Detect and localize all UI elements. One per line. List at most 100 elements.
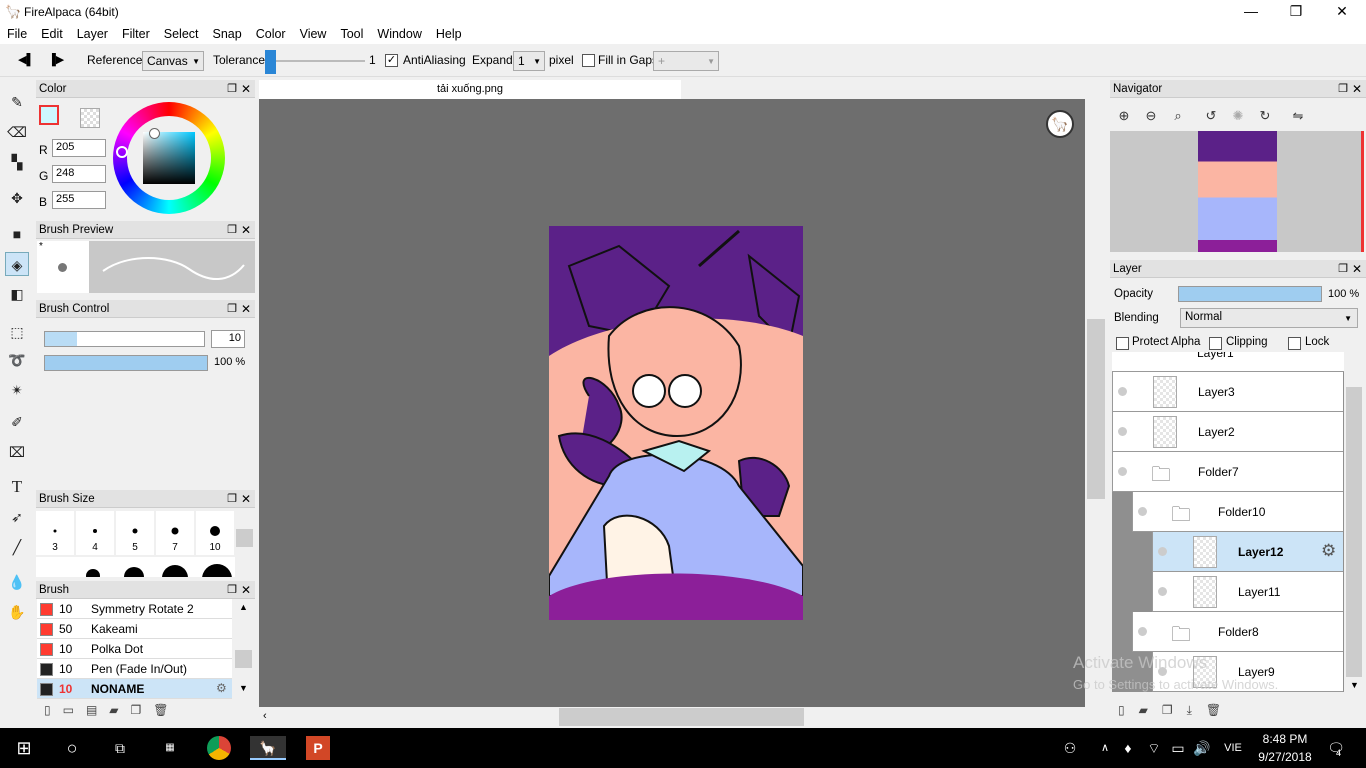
restore-icon[interactable]: ❐ (227, 221, 237, 239)
trash-icon[interactable]: 🗑 (153, 703, 180, 717)
fill-in-gaps-checkbox[interactable] (582, 54, 595, 67)
brush-size-3[interactable]: 3 (36, 511, 74, 555)
duplicate-layer-icon[interactable]: ❐ (1162, 703, 1187, 717)
visibility-eye-icon[interactable] (1118, 427, 1127, 436)
restore-icon[interactable]: ❐ (227, 581, 237, 599)
operation-tool-icon[interactable]: ➶ (5, 505, 29, 529)
close-button[interactable]: ✕ (1319, 0, 1365, 24)
restore-icon[interactable]: ❐ (1338, 80, 1348, 98)
chevron-down-icon[interactable]: ▼ (239, 683, 248, 693)
antialiasing-checkbox[interactable]: ✓ (385, 54, 398, 67)
firealpaca-icon[interactable]: 🦙 (250, 736, 286, 760)
lasso-tool-icon[interactable]: ➰ (5, 348, 29, 372)
select-eraser-tool-icon[interactable]: ⌧ (5, 440, 29, 464)
next-frame-icon[interactable]: ▐▶ (48, 53, 64, 66)
script-brush-icon[interactable]: ▤ (86, 703, 109, 717)
menu-filter[interactable]: Filter (115, 24, 157, 44)
eraser-tool-icon[interactable]: ⌫ (5, 120, 29, 144)
close-icon[interactable]: ✕ (241, 300, 251, 318)
merge-down-icon[interactable]: ⤓ (1187, 703, 1206, 717)
new-brush-icon[interactable]: ▯ (44, 703, 63, 717)
layer-scroll-thumb[interactable] (1346, 387, 1362, 677)
brush-size-scrollbar[interactable] (236, 529, 253, 547)
gradient-tool-icon[interactable]: ◧ (5, 282, 29, 306)
menu-tool[interactable]: Tool (333, 24, 370, 44)
restore-icon[interactable]: ❐ (227, 300, 237, 318)
brush-item-selected[interactable]: 10 NONAME ⚙ (37, 679, 232, 699)
brush-size-5[interactable]: 5 (116, 511, 154, 555)
canvas-area[interactable]: 🦙 (259, 99, 1085, 707)
visibility-eye-icon[interactable] (1158, 587, 1167, 596)
bucket-tool-icon[interactable]: ◈ (5, 252, 29, 276)
close-icon[interactable]: ✕ (1352, 80, 1362, 98)
layer-row-selected[interactable]: Layer12 ⚙ (1152, 532, 1343, 572)
visibility-eye-icon[interactable] (1118, 467, 1127, 476)
menu-layer[interactable]: Layer (70, 24, 115, 44)
divide-tool-icon[interactable]: ╱ (5, 535, 29, 559)
background-color-swatch[interactable] (80, 108, 100, 128)
pen-tool-icon[interactable]: ✎ (5, 90, 29, 114)
chevron-left-icon[interactable]: ‹ (263, 710, 267, 722)
folder-row[interactable]: 🗀 Folder8 (1132, 612, 1343, 652)
brush-list-scrollbar[interactable]: ▲ ▼ (235, 600, 252, 697)
chevron-down-icon[interactable]: ▼ (1350, 680, 1359, 690)
brush-item[interactable]: 10 Polka Dot (37, 639, 232, 659)
layer-opacity-slider[interactable] (1178, 286, 1322, 302)
horizontal-scroll-thumb[interactable] (559, 708, 804, 726)
chrome-icon[interactable] (207, 736, 231, 760)
minimize-button[interactable]: — (1228, 0, 1274, 24)
menu-file[interactable]: File (0, 24, 34, 44)
close-icon[interactable]: ✕ (241, 490, 251, 508)
hue-wheel[interactable] (113, 102, 225, 214)
powerpoint-icon[interactable]: P (306, 736, 330, 760)
wifi-icon[interactable]: ⌔ (1144, 736, 1164, 760)
rotate-left-icon[interactable]: ↺ (1201, 108, 1221, 126)
gear-icon[interactable]: ⚙ (1321, 541, 1336, 561)
restore-icon[interactable]: ❐ (227, 80, 237, 98)
dropbox-icon[interactable]: ♦ (1118, 736, 1138, 760)
menu-snap[interactable]: Snap (206, 24, 249, 44)
layer-row[interactable]: Layer2 (1112, 412, 1343, 452)
hue-handle[interactable] (116, 146, 128, 158)
task-view-icon[interactable]: ⧉ (108, 736, 132, 760)
magic-wand-tool-icon[interactable]: ✴ (5, 378, 29, 402)
lock-checkbox[interactable] (1288, 337, 1301, 350)
fill-in-gaps-select[interactable]: + ▼ (653, 51, 719, 71)
new-layer-icon[interactable]: ▯ (1118, 703, 1139, 717)
people-icon[interactable]: ⚇ (1060, 736, 1080, 760)
reset-rotation-icon[interactable]: ✺ (1228, 108, 1248, 126)
color-handle[interactable] (149, 128, 160, 139)
battery-icon[interactable]: ▭ (1168, 736, 1188, 760)
tolerance-slider-track[interactable] (265, 60, 365, 62)
r-input[interactable]: 205 (52, 139, 106, 157)
fill-rect-tool-icon[interactable]: ■ (5, 222, 29, 246)
canvas-vertical-scrollbar[interactable] (1087, 99, 1105, 707)
brush-opacity-slider[interactable] (44, 355, 208, 371)
select-tool-icon[interactable]: ⬚ (5, 320, 29, 344)
close-icon[interactable]: ✕ (241, 221, 251, 239)
hand-tool-icon[interactable]: ✋ (5, 600, 29, 624)
vertical-scroll-thumb[interactable] (1087, 319, 1105, 499)
saturation-value-square[interactable] (143, 132, 195, 184)
visibility-eye-icon[interactable] (1158, 547, 1167, 556)
brush-size-input[interactable]: 10 (211, 330, 245, 348)
restore-icon[interactable]: ❐ (227, 490, 237, 508)
b-input[interactable]: 255 (52, 191, 106, 209)
layer-row[interactable]: Layer1 (1112, 352, 1344, 372)
restore-icon[interactable]: ❐ (1338, 260, 1348, 278)
chevron-up-icon[interactable]: ∧ (1095, 736, 1115, 760)
menu-window[interactable]: Window (370, 24, 428, 44)
brush-size-10[interactable]: 10 (196, 511, 234, 555)
brush-size-slider[interactable] (44, 331, 205, 347)
menu-color[interactable]: Color (249, 24, 293, 44)
layer-row[interactable]: Layer11 (1152, 572, 1343, 612)
canvas-horizontal-scrollbar[interactable]: ‹ (259, 708, 1085, 726)
brush-item[interactable]: 10 Pen (Fade In/Out) (37, 659, 232, 679)
visibility-eye-icon[interactable] (1118, 387, 1127, 396)
copy-icon[interactable]: ❐ (131, 703, 154, 717)
text-tool-icon[interactable]: T (5, 475, 29, 499)
flip-horizontal-icon[interactable]: ⇋ (1288, 108, 1308, 126)
brush-size-7[interactable]: 7 (156, 511, 194, 555)
foreground-color-swatch[interactable] (39, 105, 59, 125)
clock-time[interactable]: 8:48 PM (1250, 732, 1320, 746)
